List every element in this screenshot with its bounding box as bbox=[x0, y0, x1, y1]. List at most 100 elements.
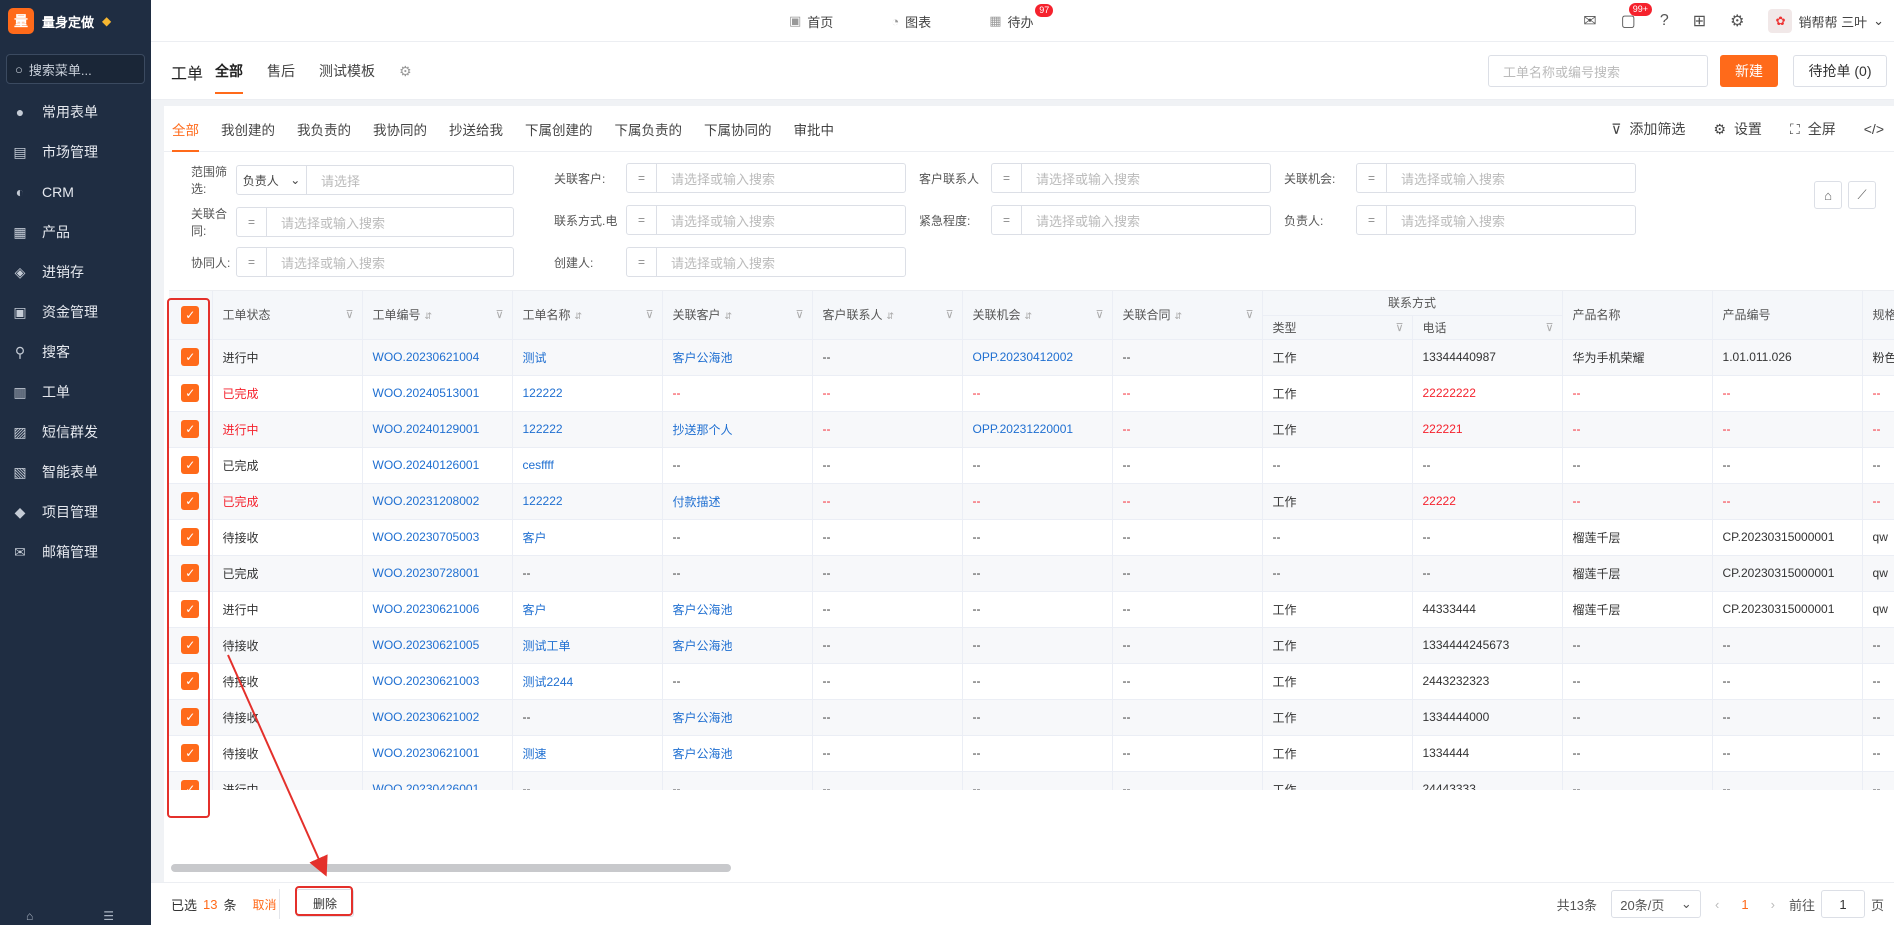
row-checkbox[interactable]: ✓ bbox=[181, 744, 200, 762]
contact-op[interactable]: = bbox=[992, 164, 1022, 192]
nav-chart[interactable]: ◔ 图表 bbox=[891, 12, 931, 31]
row-checkbox[interactable]: ✓ bbox=[181, 636, 200, 654]
sidebar-item-8[interactable]: ▨ 短信群发 bbox=[0, 412, 151, 452]
filter-tab-8[interactable]: 审批中 bbox=[794, 106, 835, 152]
gear-icon[interactable]: ⚙ bbox=[1730, 11, 1744, 31]
cell-no[interactable]: WOO.20240513001 bbox=[362, 375, 513, 412]
row-checkbox[interactable]: ✓ bbox=[181, 528, 200, 546]
add-filter-button[interactable]: ⊽ 添加筛选 bbox=[1611, 119, 1685, 139]
table-row[interactable]: ✓ 进行中 WOO.20240129001 122222 抄送那个人 -- OPP.2023… bbox=[169, 411, 1894, 448]
cell-name[interactable]: 122222 bbox=[512, 411, 663, 448]
collaborator-op[interactable]: = bbox=[237, 248, 267, 276]
contact-method-op[interactable]: = bbox=[627, 206, 657, 234]
select-all-checkbox[interactable]: ✓ bbox=[181, 305, 200, 324]
opportunity-field[interactable]: = 请选择或输入搜索 bbox=[1356, 163, 1636, 193]
row-checkbox[interactable]: ✓ bbox=[181, 420, 200, 438]
reset-filter-icon[interactable]: ⌂ bbox=[1814, 181, 1842, 209]
sidebar-item-6[interactable]: ⚲ 搜客 bbox=[0, 332, 151, 372]
filter-tab-1[interactable]: 我创建的 bbox=[221, 106, 275, 152]
opportunity-op[interactable]: = bbox=[1357, 164, 1387, 192]
table-row[interactable]: ✓ 待接收 WOO.20230621002 -- 客户公海池 -- -- -- 工作 133444… bbox=[169, 699, 1894, 736]
cell-no[interactable]: WOO.20230705003 bbox=[362, 519, 513, 556]
filter-tab-6[interactable]: 下属负责的 bbox=[615, 106, 683, 152]
row-checkbox[interactable]: ✓ bbox=[181, 708, 200, 726]
clear-filter-icon[interactable]: ⟋ bbox=[1848, 181, 1876, 209]
creator-field[interactable]: = 请选择或输入搜索 bbox=[626, 247, 906, 277]
contact-field[interactable]: = 请选择或输入搜索 bbox=[991, 163, 1271, 193]
cell-no[interactable]: WOO.20230621001 bbox=[362, 735, 513, 772]
cell-customer[interactable]: 客户公海池 bbox=[662, 627, 813, 664]
cell-opp[interactable]: OPP.20230412002 bbox=[962, 339, 1113, 376]
row-checkbox[interactable]: ✓ bbox=[181, 492, 200, 510]
cell-no[interactable]: WOO.20230728001 bbox=[362, 555, 513, 592]
column-filter-icon[interactable]: ⊽ bbox=[1545, 321, 1553, 334]
cell-no[interactable]: WOO.20230621004 bbox=[362, 339, 513, 376]
code-icon[interactable]: </> bbox=[1864, 121, 1884, 137]
cell-name[interactable]: 测试工单 bbox=[512, 627, 663, 664]
customer-field[interactable]: = 请选择或输入搜索 bbox=[626, 163, 906, 193]
collapse-icon[interactable]: ⌂ bbox=[26, 909, 33, 925]
mail-icon[interactable]: ✉ bbox=[1583, 11, 1596, 31]
column-filter-icon[interactable]: ⊽ bbox=[795, 308, 803, 321]
creator-op[interactable]: = bbox=[627, 248, 657, 276]
filter-tab-4[interactable]: 抄送给我 bbox=[449, 106, 503, 152]
cell-name[interactable]: 客户 bbox=[512, 519, 663, 556]
column-filter-icon[interactable]: ⊽ bbox=[645, 308, 653, 321]
new-button[interactable]: 新建 bbox=[1720, 55, 1778, 87]
cell-name[interactable]: 测试 bbox=[512, 339, 663, 376]
sidebar-item-2[interactable]: ◐ CRM bbox=[0, 172, 151, 212]
cell-name[interactable]: 客户 bbox=[512, 591, 663, 628]
cell-name[interactable]: 测试2244 bbox=[512, 663, 663, 700]
row-checkbox[interactable]: ✓ bbox=[181, 780, 200, 790]
row-checkbox[interactable]: ✓ bbox=[181, 564, 200, 582]
owner-op[interactable]: = bbox=[1357, 206, 1387, 234]
cancel-selection-link[interactable]: 取消 bbox=[253, 896, 277, 913]
contact-method-field[interactable]: = 请选择或输入搜索 bbox=[626, 205, 906, 235]
cell-customer[interactable]: 客户公海池 bbox=[662, 591, 813, 628]
sidebar-item-5[interactable]: ▣ 资金管理 bbox=[0, 292, 151, 332]
sidebar-item-1[interactable]: ▤ 市场管理 bbox=[0, 132, 151, 172]
table-row[interactable]: ✓ 已完成 WOO.20240126001 cesffff -- -- -- -- -- -- --… bbox=[169, 447, 1894, 484]
delete-button[interactable]: 删除 bbox=[296, 889, 354, 917]
table-row[interactable]: ✓ 进行中 WOO.20230426001 -- -- -- -- -- 工作 24443333-… bbox=[169, 771, 1894, 790]
sidebar-item-4[interactable]: ◈ 进销存 bbox=[0, 252, 151, 292]
table-row[interactable]: ✓ 待接收 WOO.20230621001 测速 客户公海池 -- -- -- 工作 133444… bbox=[169, 735, 1894, 772]
cell-no[interactable]: WOO.20230426001 bbox=[362, 771, 513, 790]
table-row[interactable]: ✓ 待接收 WOO.20230621003 测试2244 -- -- -- -- 工作 24432… bbox=[169, 663, 1894, 700]
goto-page-input[interactable]: 1 bbox=[1820, 890, 1865, 918]
nav-todo[interactable]: ▦ 待办 97 bbox=[989, 3, 1054, 31]
work-order-search-input[interactable]: 工单名称或编号搜索 bbox=[1488, 55, 1708, 87]
menu-toggle-icon[interactable]: ☰ bbox=[103, 909, 114, 925]
filter-tab-3[interactable]: 我协同的 bbox=[373, 106, 427, 152]
table-row[interactable]: ✓ 已完成 WOO.20231208002 122222 付款描述 -- -- -- 工作 222… bbox=[169, 483, 1894, 520]
cell-customer[interactable]: 抄送那个人 bbox=[662, 411, 813, 448]
row-checkbox[interactable]: ✓ bbox=[181, 672, 200, 690]
filter-tab-2[interactable]: 我负责的 bbox=[297, 106, 351, 152]
cell-no[interactable]: WOO.20230621002 bbox=[362, 699, 513, 736]
apps-grid-icon[interactable]: ⊞ bbox=[1693, 11, 1706, 31]
cell-no[interactable]: WOO.20240129001 bbox=[362, 411, 513, 448]
message-icon[interactable]: ▢ 99+ bbox=[1621, 3, 1652, 31]
user-menu[interactable]: ✿ 销帮帮 三叶 ⌄ bbox=[1768, 9, 1884, 33]
next-page-icon[interactable]: › bbox=[1771, 897, 1775, 912]
horizontal-scrollbar[interactable] bbox=[171, 864, 731, 872]
column-filter-icon[interactable]: ⊽ bbox=[495, 308, 503, 321]
sidebar-item-9[interactable]: ▧ 智能表单 bbox=[0, 452, 151, 492]
scope-select[interactable]: 负责人 ⌄ bbox=[237, 166, 307, 194]
cell-name[interactable]: 122222 bbox=[512, 483, 663, 520]
customer-op[interactable]: = bbox=[627, 164, 657, 192]
page-size-select[interactable]: 20条/页 ⌄ bbox=[1611, 890, 1702, 918]
cell-no[interactable]: WOO.20240126001 bbox=[362, 447, 513, 484]
sort-icon[interactable]: ⇵ bbox=[575, 311, 583, 321]
owner-field[interactable]: = 请选择或输入搜索 bbox=[1356, 205, 1636, 235]
sidebar-item-10[interactable]: ◆ 项目管理 bbox=[0, 492, 151, 532]
row-checkbox[interactable]: ✓ bbox=[181, 600, 200, 618]
cell-customer[interactable]: 客户公海池 bbox=[662, 339, 813, 376]
row-checkbox[interactable]: ✓ bbox=[181, 348, 200, 366]
table-row[interactable]: ✓ 待接收 WOO.20230621005 测试工单 客户公海池 -- -- -- 工作 1334… bbox=[169, 627, 1894, 664]
cell-name[interactable]: 122222 bbox=[512, 375, 663, 412]
cell-name[interactable]: cesffff bbox=[512, 447, 663, 484]
contract-field[interactable]: = 请选择或输入搜索 bbox=[236, 207, 514, 237]
cell-no[interactable]: WOO.20230621005 bbox=[362, 627, 513, 664]
row-checkbox[interactable]: ✓ bbox=[181, 456, 200, 474]
